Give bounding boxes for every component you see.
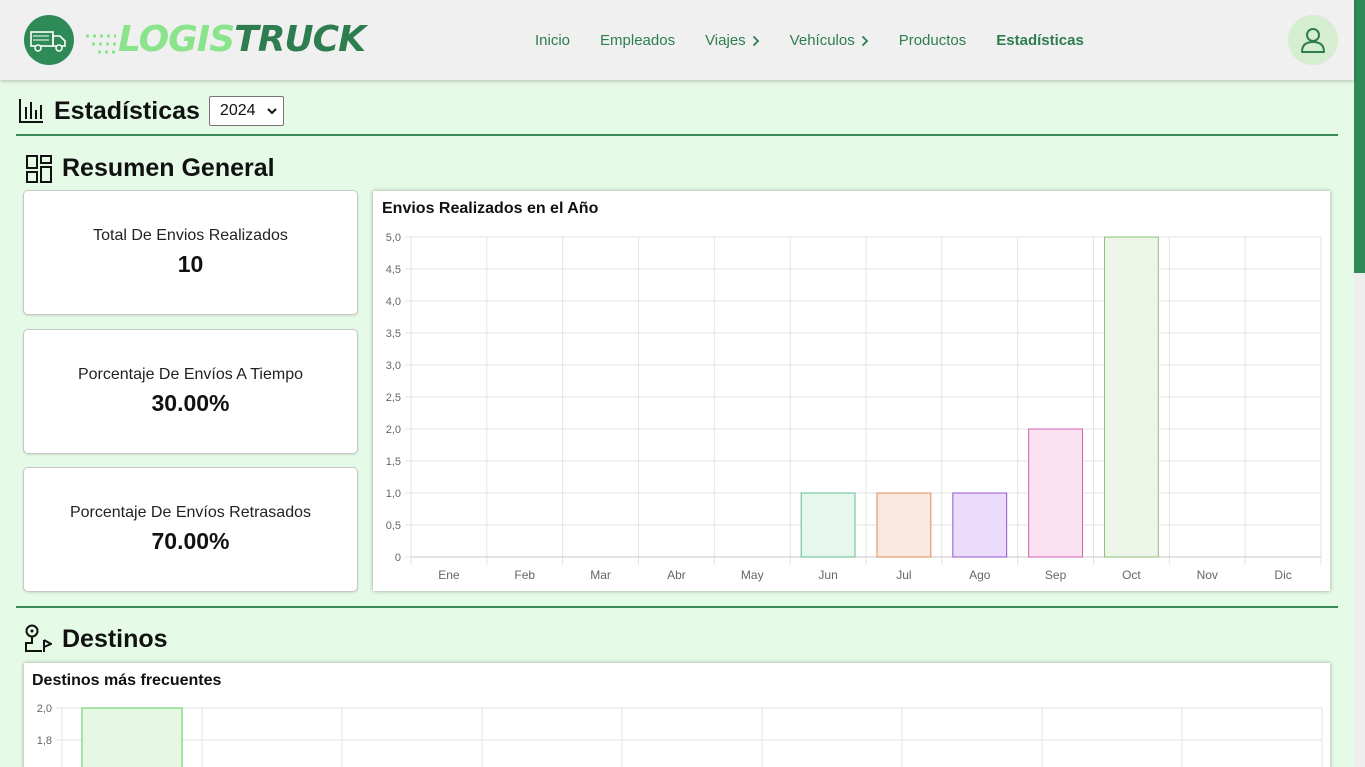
stat-card-delayed: Porcentaje De Envíos Retrasados 70.00% bbox=[23, 467, 358, 592]
destinations-bar-chart: 2,0 1,8 bbox=[37, 703, 1323, 767]
bar-destination-1 bbox=[81, 707, 183, 767]
y-tick-label: 5,0 bbox=[386, 232, 401, 244]
y-tick-label: 3,0 bbox=[386, 360, 401, 372]
stat-value: 70.00% bbox=[151, 528, 230, 554]
nav-item-4[interactable]: Productos bbox=[899, 32, 967, 49]
bar-ago bbox=[952, 492, 1008, 558]
x-tick-label: Feb bbox=[514, 568, 535, 582]
stat-label: Porcentaje De Envíos A Tiempo bbox=[77, 366, 303, 383]
page-title: Estadísticas bbox=[54, 96, 200, 125]
stat-label: Porcentaje De Envíos Retrasados bbox=[69, 504, 311, 521]
stat-value: 30.00% bbox=[151, 390, 230, 416]
nav-label: Viajes bbox=[705, 32, 746, 49]
y-tick-label: 2,0 bbox=[386, 424, 401, 436]
page-heading: Estadísticas 2024 bbox=[18, 96, 284, 126]
speed-lines-icon bbox=[86, 34, 116, 54]
scrollbar-thumb[interactable] bbox=[1354, 0, 1365, 273]
destinations-heading: Destinos bbox=[24, 624, 168, 654]
nav-label: Vehículos bbox=[789, 32, 855, 49]
nav-label: Inicio bbox=[535, 32, 571, 49]
nav-item-3[interactable]: Vehículos bbox=[790, 32, 869, 49]
x-tick-label: Nov bbox=[1197, 568, 1218, 582]
main-nav: Inicio Empleados Viajes Vehículos Productos E… bbox=[535, 32, 1114, 49]
x-tick-label: Ago bbox=[969, 568, 991, 582]
y-tick-label: 1,5 bbox=[386, 456, 401, 468]
bar-jul bbox=[876, 492, 932, 558]
brand-name: LOGISTRUCK bbox=[118, 19, 366, 60]
stat-card-total: Total De Envios Realizados 10 bbox=[23, 190, 358, 315]
year-select-value: 2024 bbox=[219, 102, 256, 119]
user-avatar-button[interactable] bbox=[1288, 15, 1338, 65]
y-tick-label: 4,0 bbox=[386, 296, 401, 308]
summary-title: Resumen General bbox=[62, 154, 275, 182]
destinations-chart-card: Destinos más frecuentes 2,0 1,8 bbox=[24, 663, 1330, 767]
x-tick-label: Jun bbox=[818, 568, 837, 582]
y-tick-label: 0 bbox=[395, 552, 401, 564]
y-tick-label: 3,5 bbox=[386, 328, 401, 340]
shipments-bar-chart: 0 0,5 1,0 1,5 2,0 2,5 3,0 3,5 4,0 4,5 5,0 Ene Feb Mar… bbox=[386, 232, 1322, 582]
nav-label: Estadísticas bbox=[996, 32, 1084, 49]
y-tick-label: 2,5 bbox=[386, 392, 401, 404]
bar-sep bbox=[1028, 428, 1084, 558]
x-tick-label: Oct bbox=[1122, 568, 1141, 582]
summary-heading: Resumen General bbox=[26, 154, 275, 183]
bar-chart-icon bbox=[19, 99, 43, 123]
x-tick-label: May bbox=[741, 568, 764, 582]
logo[interactable]: LOGISTRUCK bbox=[24, 15, 366, 65]
stat-label: Total De Envios Realizados bbox=[93, 227, 288, 244]
stat-value: 10 bbox=[177, 251, 204, 277]
truck-icon bbox=[24, 15, 74, 65]
nav-label: Empleados bbox=[600, 32, 676, 49]
y-tick-label: 4,5 bbox=[386, 264, 401, 276]
y-tick-label: 0,5 bbox=[386, 520, 401, 532]
nav-item-1[interactable]: Empleados bbox=[600, 32, 675, 49]
x-tick-label: Dic bbox=[1274, 568, 1291, 582]
top-navbar: LOGISTRUCK Inicio Empleados Viajes Vehículo… bbox=[0, 0, 1354, 80]
x-tick-label: Jul bbox=[896, 568, 911, 582]
chevron-right-icon bbox=[861, 35, 868, 46]
y-tick-label: 1,0 bbox=[386, 488, 401, 500]
x-tick-label: Sep bbox=[1045, 568, 1067, 582]
nav-item-0[interactable]: Inicio bbox=[535, 32, 570, 49]
y-tick-label: 1,8 bbox=[37, 735, 52, 747]
nav-item-5[interactable]: Estadísticas bbox=[996, 32, 1084, 49]
year-select[interactable]: 2024 bbox=[208, 96, 284, 126]
dashboard-icon bbox=[26, 154, 52, 183]
nav-item-2[interactable]: Viajes bbox=[705, 32, 760, 49]
divider bbox=[16, 606, 1338, 608]
nav-label: Productos bbox=[898, 32, 967, 49]
y-tick-label: 2,0 bbox=[37, 703, 52, 715]
destinations-title: Destinos bbox=[62, 624, 168, 653]
user-icon bbox=[1301, 28, 1325, 53]
bar-jun bbox=[800, 492, 856, 558]
shipments-chart-card: Envios Realizados en el Año 0 0,5 1,0 1,5 2,… bbox=[373, 191, 1330, 591]
chevron-right-icon bbox=[752, 35, 759, 46]
stat-card-on-time: Porcentaje De Envíos A Tiempo 30.00% bbox=[23, 329, 358, 454]
divider bbox=[16, 134, 1338, 136]
route-icon bbox=[25, 624, 52, 652]
x-tick-label: Abr bbox=[667, 568, 686, 582]
chevron-down-icon bbox=[267, 107, 277, 114]
x-tick-label: Ene bbox=[438, 568, 460, 582]
x-tick-label: Mar bbox=[590, 568, 611, 582]
bar-oct bbox=[1103, 236, 1159, 558]
